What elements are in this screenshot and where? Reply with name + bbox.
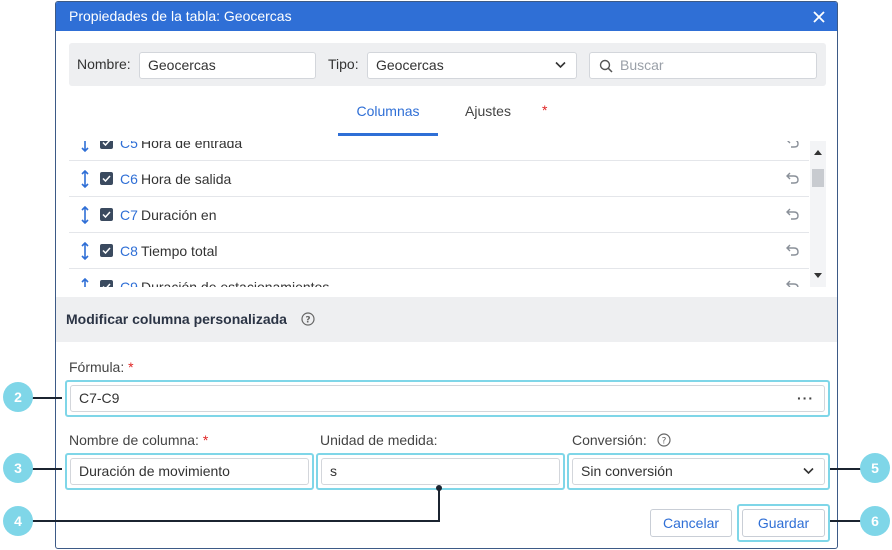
formula-field-highlight: C7-C9 ···	[65, 380, 830, 417]
chevron-down-icon	[555, 61, 566, 69]
callout-3: 3	[3, 453, 33, 483]
svg-text:?: ?	[305, 315, 310, 325]
callout-4-leader-horizontal	[32, 520, 440, 522]
drag-handle-icon[interactable]	[81, 141, 89, 152]
required-mark: *	[128, 359, 134, 375]
scroll-up-arrow[interactable]	[814, 150, 822, 155]
column-checkbox[interactable]	[100, 208, 113, 221]
unit-input[interactable]: s	[321, 458, 560, 485]
undo-icon[interactable]	[786, 280, 799, 287]
table-row[interactable]: C8 Tiempo total	[69, 233, 809, 269]
table-row[interactable]: C9 Duración de estacionamientos	[69, 269, 809, 287]
edit-section-header: Modificar columna personalizada ?	[56, 297, 837, 342]
name-input-value: Geocercas	[148, 57, 216, 73]
column-code: C6	[120, 171, 138, 187]
help-icon[interactable]: ?	[656, 433, 671, 447]
undo-icon[interactable]	[786, 141, 799, 148]
columns-list: C5 Hora de entrada C6 Hora de salida C7 Durac…	[69, 141, 826, 287]
column-checkbox[interactable]	[100, 244, 113, 257]
columns-list-scrollbar[interactable]	[810, 141, 826, 287]
filter-toolbar: Nombre: Geocercas Tipo: Geocercas Buscar	[69, 43, 826, 86]
column-label: Hora de salida	[141, 171, 232, 187]
drag-handle-icon[interactable]	[81, 242, 89, 260]
column-name-field-highlight: Duración de movimiento	[65, 453, 314, 490]
column-code: C5	[120, 141, 138, 151]
table-row[interactable]: C5 Hora de entrada	[69, 141, 809, 161]
column-label: Duración de estacionamientos	[141, 279, 330, 287]
name-input[interactable]: Geocercas	[139, 52, 316, 79]
column-checkbox[interactable]	[100, 172, 113, 185]
table-properties-dialog: Propiedades de la tabla: Geocercas Nombr…	[55, 1, 838, 549]
svg-text:?: ?	[661, 436, 666, 446]
type-label: Tipo:	[328, 56, 359, 72]
drag-handle-icon[interactable]	[81, 206, 89, 224]
callout-2: 2	[3, 382, 33, 412]
callout-2-leader	[32, 397, 62, 399]
table-row[interactable]: C6 Hora de salida	[69, 161, 809, 197]
tab-ajustes-unsaved-marker: *	[542, 102, 548, 118]
column-code: C9	[120, 279, 138, 287]
table-row[interactable]: C7 Duración en	[69, 197, 809, 233]
type-select-value: Geocercas	[376, 57, 444, 73]
drag-handle-icon[interactable]	[81, 278, 89, 287]
chevron-down-icon	[803, 467, 814, 475]
formula-label: Fórmula: *	[69, 359, 134, 375]
cancel-button[interactable]: Cancelar	[650, 509, 732, 537]
callout-5-leader	[830, 468, 862, 470]
callout-5: 5	[860, 453, 890, 483]
callout-3-leader	[32, 468, 62, 470]
formula-input[interactable]: C7-C9 ···	[70, 385, 825, 412]
undo-icon[interactable]	[786, 244, 799, 256]
callout-4-leader-vertical	[438, 488, 440, 522]
help-icon[interactable]: ?	[301, 312, 315, 326]
conversion-field-highlight: Sin conversión	[567, 453, 830, 490]
column-name-value: Duración de movimiento	[79, 463, 230, 479]
dialog-titlebar: Propiedades de la tabla: Geocercas	[56, 2, 837, 31]
search-icon	[599, 59, 613, 73]
drag-handle-icon[interactable]	[81, 170, 89, 188]
callout-6: 6	[860, 506, 890, 536]
tab-bar: Columnas Ajustes *	[56, 90, 837, 136]
column-name-label: Nombre de columna: *	[69, 432, 209, 448]
callout-4: 4	[3, 506, 33, 536]
column-label: Duración en	[141, 207, 217, 223]
column-checkbox[interactable]	[100, 280, 113, 287]
undo-icon[interactable]	[786, 172, 799, 184]
formula-more-button[interactable]: ···	[797, 386, 814, 410]
formula-value: C7-C9	[79, 390, 120, 406]
column-label: Hora de entrada	[141, 141, 243, 151]
column-code: C7	[120, 207, 138, 223]
column-code: C8	[120, 243, 138, 259]
unit-label: Unidad de medida:	[320, 432, 438, 448]
conversion-select[interactable]: Sin conversión	[572, 458, 825, 485]
save-button[interactable]: Guardar	[742, 509, 825, 537]
tab-ajustes[interactable]: Ajustes	[454, 90, 522, 136]
scroll-thumb[interactable]	[812, 169, 824, 187]
name-label: Nombre:	[77, 56, 131, 72]
close-icon[interactable]	[811, 9, 827, 25]
save-button-highlight: Guardar	[737, 504, 830, 542]
callout-6-leader	[830, 520, 862, 522]
unit-value: s	[330, 463, 337, 479]
column-label: Tiempo total	[141, 243, 218, 259]
conversion-value: Sin conversión	[581, 463, 673, 479]
undo-icon[interactable]	[786, 208, 799, 220]
tab-columnas[interactable]: Columnas	[338, 90, 438, 136]
column-checkbox[interactable]	[100, 141, 113, 149]
search-input[interactable]: Buscar	[589, 52, 817, 79]
scroll-down-arrow[interactable]	[814, 273, 822, 278]
dialog-title: Propiedades de la tabla: Geocercas	[69, 8, 292, 24]
edit-section-title: Modificar columna personalizada	[66, 311, 287, 327]
search-placeholder: Buscar	[620, 57, 664, 73]
conversion-label: Conversión: ?	[572, 432, 671, 448]
type-select[interactable]: Geocercas	[367, 52, 577, 79]
column-name-input[interactable]: Duración de movimiento	[70, 458, 309, 485]
